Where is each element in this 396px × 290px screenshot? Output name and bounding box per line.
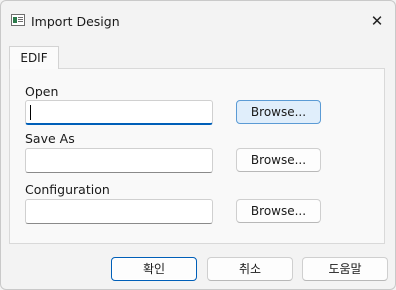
app-window-icon (11, 14, 25, 26)
import-design-dialog: Import Design ✕ EDIF Open Browse... Save… (0, 0, 396, 290)
save-as-browse-button[interactable]: Browse... (236, 148, 321, 172)
open-browse-button[interactable]: Browse... (236, 100, 321, 124)
help-button[interactable]: 도움말 (302, 257, 388, 281)
tab-edif[interactable]: EDIF (9, 46, 59, 69)
configuration-path-input[interactable] (25, 199, 213, 224)
window-title: Import Design (31, 14, 120, 29)
text-caret (30, 105, 31, 120)
tab-panel: Open Browse... Save As Browse... Configu… (9, 68, 385, 244)
close-icon: ✕ (370, 12, 384, 30)
open-path-input[interactable] (25, 100, 213, 125)
configuration-browse-button[interactable]: Browse... (236, 199, 321, 223)
open-label: Open (25, 84, 59, 99)
save-as-label: Save As (25, 131, 75, 146)
save-as-path-input[interactable] (25, 148, 213, 173)
close-button[interactable]: ✕ (365, 10, 389, 32)
title-bar[interactable]: Import Design ✕ (1, 1, 395, 41)
cancel-button[interactable]: 취소 (207, 257, 293, 281)
configuration-label: Configuration (25, 182, 110, 197)
ok-button[interactable]: 확인 (111, 257, 197, 281)
